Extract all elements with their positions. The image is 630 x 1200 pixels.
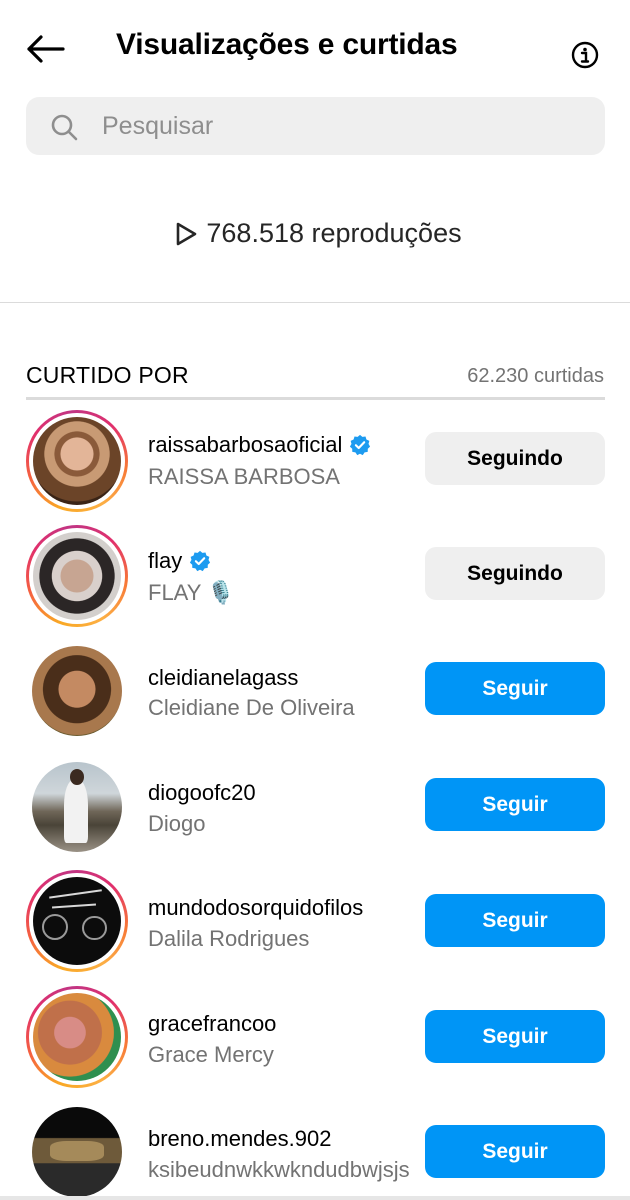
- liked-by-title: CURTIDO POR: [26, 362, 189, 388]
- list-item[interactable]: raissabarbosaoficial RAISSA BARBOSA Segu…: [0, 404, 630, 519]
- username[interactable]: cleidianelagass: [148, 665, 298, 691]
- section-divider: [26, 397, 605, 400]
- header: Visualizações e curtidas: [0, 0, 630, 96]
- username[interactable]: mundodosorquidofilos: [148, 895, 363, 921]
- full-name: ksibeudnwkkwkndudbwjsjs: [148, 1157, 410, 1182]
- username[interactable]: raissabarbosaoficial: [148, 432, 371, 458]
- plays-text: 768.518 reproduções: [206, 218, 462, 248]
- full-name: RAISSA BARBOSA: [148, 464, 340, 489]
- list-item[interactable]: diogoofc20 Diogo Seguir: [0, 752, 630, 867]
- following-button[interactable]: Seguindo: [425, 547, 605, 600]
- follow-button[interactable]: Seguir: [425, 894, 605, 947]
- search-icon: [51, 114, 78, 141]
- username[interactable]: flay: [148, 548, 211, 574]
- full-name: Diogo: [148, 811, 206, 836]
- avatar[interactable]: [26, 410, 128, 512]
- follow-button[interactable]: Seguir: [425, 1125, 605, 1178]
- full-name: FLAY 🎙️: [148, 580, 235, 605]
- avatar[interactable]: [26, 756, 128, 858]
- likes-count: 62.230 curtidas: [467, 365, 604, 387]
- play-icon: [177, 222, 197, 245]
- info-button[interactable]: [569, 39, 601, 71]
- following-button[interactable]: Seguindo: [425, 432, 605, 485]
- list-item[interactable]: cleidianelagass Cleidiane De Oliveira Se…: [0, 636, 630, 751]
- avatar[interactable]: [26, 1101, 128, 1200]
- avatar[interactable]: [26, 525, 128, 627]
- avatar[interactable]: [26, 640, 128, 742]
- info-icon: [571, 41, 599, 69]
- username[interactable]: diogoofc20: [148, 780, 256, 806]
- verified-badge-icon: [190, 550, 211, 572]
- plays-count: 768.518 reproduções: [0, 218, 630, 249]
- username[interactable]: gracefrancoo: [148, 1011, 276, 1037]
- follow-button[interactable]: Seguir: [425, 662, 605, 715]
- full-name: Dalila Rodrigues: [148, 926, 310, 951]
- username[interactable]: breno.mendes.902: [148, 1126, 331, 1152]
- list-item[interactable]: flay FLAY 🎙️ Seguindo: [0, 520, 630, 635]
- page-title: Visualizações e curtidas: [116, 28, 458, 61]
- back-button[interactable]: [24, 30, 66, 68]
- list-item[interactable]: gracefrancoo Grace Mercy Seguir: [0, 984, 630, 1099]
- full-name: Cleidiane De Oliveira: [148, 695, 355, 720]
- follow-button[interactable]: Seguir: [425, 1010, 605, 1063]
- list-item[interactable]: mundodosorquidofilos Dalila Rodrigues Se…: [0, 868, 630, 983]
- divider: [0, 302, 630, 303]
- verified-badge-icon: [350, 434, 371, 456]
- full-name: Grace Mercy: [148, 1042, 274, 1067]
- avatar[interactable]: [26, 870, 128, 972]
- search-input[interactable]: [102, 97, 582, 155]
- arrow-left-icon: [27, 35, 65, 63]
- bottom-divider: [0, 1196, 630, 1200]
- follow-button[interactable]: Seguir: [425, 778, 605, 831]
- list-item[interactable]: breno.mendes.902 ksibeudnwkkwkndudbwjsjs…: [0, 1100, 630, 1200]
- avatar[interactable]: [26, 986, 128, 1088]
